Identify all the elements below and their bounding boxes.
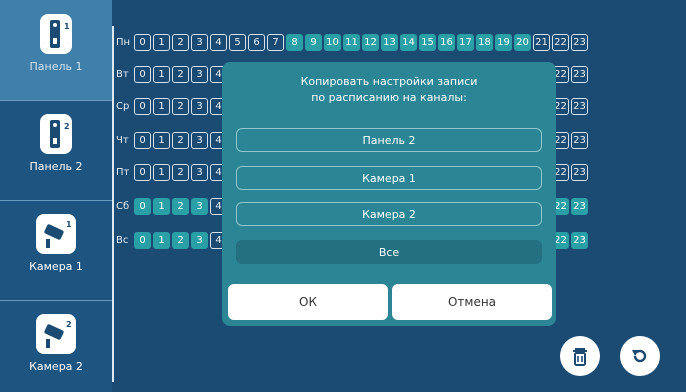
hour-cell[interactable]: 12 [362,33,379,51]
option-label: Панель 2 [362,133,416,147]
hour-cell[interactable]: 0 [134,33,151,51]
day-label: Вт [116,68,129,80]
hour-cell[interactable]: 20 [514,33,531,51]
cancel-button[interactable]: Отмена [392,284,552,320]
hour-cell[interactable]: 7 [267,33,284,51]
hour-cell[interactable]: 3 [191,97,208,115]
hour-cell[interactable]: 2 [172,197,189,215]
hour-cell[interactable]: 0 [134,65,151,83]
hour-cell[interactable]: 23 [571,163,588,181]
hour-cell[interactable]: 10 [324,33,341,51]
hour-cell[interactable]: 0 [134,163,151,181]
hour-cell[interactable]: 23 [571,231,588,249]
panel-number: 2 [64,122,70,131]
sidebar-item-label: Камера 2 [29,360,83,373]
hour-cell[interactable]: 23 [571,97,588,115]
day-label: Пт [116,166,130,178]
hour-cell[interactable]: 14 [400,33,417,51]
hour-cell[interactable]: 3 [191,33,208,51]
camera-icon: 2 [36,314,76,354]
hour-cell[interactable]: 0 [134,231,151,249]
cancel-button-label: Отмена [447,295,497,309]
hour-cell[interactable]: 3 [191,163,208,181]
day-label: Ср [116,100,130,112]
channel-option-panel-2[interactable]: Панель 2 [236,128,542,152]
day-label: Пн [116,36,131,48]
sidebar-divider [112,26,114,382]
sidebar-item-label: Панель 1 [29,60,83,73]
sidebar-item-label: Камера 1 [29,260,83,273]
sidebar-item-panel-1[interactable]: 1 Панель 1 [0,0,112,101]
hour-cell[interactable]: 1 [153,33,170,51]
hour-cell[interactable]: 3 [191,65,208,83]
hour-cell[interactable]: 5 [229,33,246,51]
day-label: Сб [116,200,130,212]
hour-cell[interactable]: 2 [172,231,189,249]
sidebar: 1 Панель 1 2 Панель 2 1 Камера 1 2 Камер… [0,0,112,392]
trash-icon [573,348,587,366]
hour-cell[interactable]: 2 [172,131,189,149]
panel-icon: 1 [40,14,72,54]
hour-cell[interactable]: 15 [419,33,436,51]
day-label: Вс [116,234,129,246]
hour-cell[interactable]: 6 [248,33,265,51]
hour-cell[interactable]: 3 [191,131,208,149]
hour-cell[interactable]: 23 [571,33,588,51]
hour-cell[interactable]: 1 [153,131,170,149]
copy-settings-dialog: Копировать настройки записи по расписани… [222,62,556,326]
hour-cell[interactable]: 1 [153,231,170,249]
hour-cell[interactable]: 0 [134,131,151,149]
hour-cell[interactable]: 2 [172,33,189,51]
hour-cell[interactable]: 18 [476,33,493,51]
hour-cell[interactable]: 4 [210,33,227,51]
reset-button[interactable] [620,336,660,376]
hour-cell[interactable]: 19 [495,33,512,51]
channel-option-camera-2[interactable]: Камера 2 [236,202,542,226]
panel-number: 1 [64,22,70,31]
hour-cell[interactable]: 2 [172,65,189,83]
option-label: Все [378,245,400,259]
hour-cell[interactable]: 1 [153,97,170,115]
hour-cell[interactable]: 2 [172,97,189,115]
option-label: Камера 1 [362,171,416,185]
hour-cell[interactable]: 3 [191,231,208,249]
camera-number: 2 [66,320,72,329]
camera-number: 1 [66,220,72,229]
hour-cell[interactable]: 13 [381,33,398,51]
schedule-row: Пн 0 1 2 3 4 5 6 7 8 9 10 11 12 13 14 15 16 17 18 19 20 21 22 23 [116,30,590,54]
hour-cell[interactable]: 8 [286,33,303,51]
day-label: Чт [116,134,129,146]
hour-cell[interactable]: 22 [552,33,569,51]
hour-cell[interactable]: 1 [153,197,170,215]
hour-cell[interactable]: 1 [153,163,170,181]
sidebar-item-camera-1[interactable]: 1 Камера 1 [0,200,112,301]
camera-icon: 1 [36,214,76,254]
hour-cell[interactable]: 0 [134,197,151,215]
hour-cell[interactable]: 23 [571,197,588,215]
hour-cell[interactable]: 23 [571,131,588,149]
channel-option-camera-1[interactable]: Камера 1 [236,166,542,190]
sidebar-item-panel-2[interactable]: 2 Панель 2 [0,100,112,201]
hour-cell[interactable]: 11 [343,33,360,51]
hour-cell[interactable]: 9 [305,33,322,51]
sidebar-item-camera-2[interactable]: 2 Камера 2 [0,300,112,392]
sidebar-item-label: Панель 2 [29,160,83,173]
delete-button[interactable] [560,336,600,376]
ok-button[interactable]: ОК [228,284,388,320]
hour-cell[interactable]: 2 [172,163,189,181]
dialog-title: Копировать настройки записи по расписани… [300,75,478,104]
hour-cell[interactable]: 3 [191,197,208,215]
hour-cell[interactable]: 0 [134,97,151,115]
channel-option-all[interactable]: Все [236,240,542,264]
option-label: Камера 2 [362,207,416,221]
undo-icon [632,349,647,363]
hour-cell[interactable]: 16 [438,33,455,51]
panel-icon: 2 [40,114,72,154]
hour-cell[interactable]: 21 [533,33,550,51]
hour-cell[interactable]: 23 [571,65,588,83]
hour-cell[interactable]: 1 [153,65,170,83]
hour-cell[interactable]: 17 [457,33,474,51]
ok-button-label: ОК [299,295,317,309]
